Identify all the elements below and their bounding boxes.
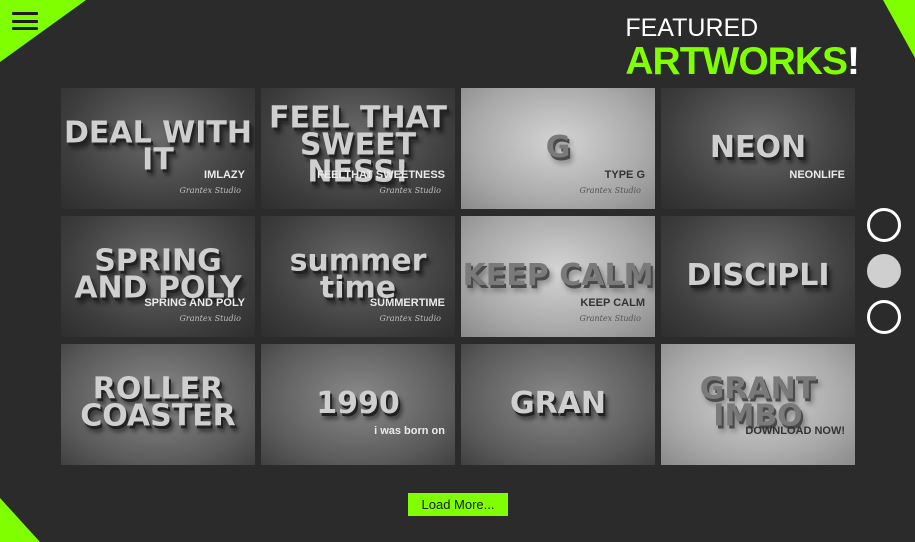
artwork-image-text: G	[545, 129, 571, 165]
artwork-caption: SUMMERTIME	[369, 297, 445, 309]
artwork-image-text: ROLLER COASTER	[80, 370, 236, 433]
title-artworks-text: ARTWORKS	[625, 40, 848, 83]
artwork-grid: DEAL WITH IT IMLAZY Grantex Studio FEEL THA…	[61, 88, 855, 465]
artwork-tile[interactable]: ROLLER COASTER	[61, 344, 255, 465]
artwork-tile[interactable]: GRANT IMBO DOWNLOAD NOW!	[661, 344, 855, 465]
title-artworks: ARTWORKS!	[625, 40, 860, 83]
artwork-tile[interactable]: DISCIPLI	[661, 216, 855, 337]
corner-accent-top-right	[883, 0, 915, 58]
artwork-image-text: DISCIPLI	[686, 257, 830, 293]
artwork-tile[interactable]: DEAL WITH IT IMLAZY Grantex Studio	[61, 88, 255, 209]
page-title: FEATURED ARTWORKS!	[625, 14, 860, 83]
corner-accent-bottom-left	[0, 498, 40, 542]
artwork-studio-signature: Grantex Studio	[379, 314, 441, 323]
artwork-image-text: GRANT IMBO	[699, 370, 817, 433]
artwork-tile[interactable]: SPRING AND POLY SPRING AND POLY Grantex St…	[61, 216, 255, 337]
artwork-tile[interactable]: GRAN	[461, 344, 655, 465]
pagination-dot[interactable]	[867, 208, 901, 242]
artwork-tile[interactable]: 1990 i was born on	[261, 344, 455, 465]
artwork-caption: TYPE G	[604, 169, 645, 181]
title-featured: FEATURED	[625, 14, 759, 42]
artwork-studio-signature: Grantex Studio	[179, 314, 241, 323]
load-more-button[interactable]: Load More...	[408, 493, 508, 516]
artwork-studio-signature: Grantex Studio	[579, 186, 641, 195]
artwork-studio-signature: Grantex Studio	[579, 314, 641, 323]
artwork-caption: IMLAZY	[204, 169, 245, 181]
artwork-tile[interactable]: summer time SUMMERTIME Grantex Studio	[261, 216, 455, 337]
artwork-image-text: DEAL WITH IT	[64, 114, 252, 177]
artwork-studio-signature: Grantex Studio	[179, 186, 241, 195]
menu-bar	[12, 27, 38, 30]
artwork-studio-signature: Grantex Studio	[379, 186, 441, 195]
artwork-caption: FEELTHAT SWEETNESS	[317, 169, 445, 181]
artwork-tile[interactable]: KEEP CALM KEEP CALM Grantex Studio	[461, 216, 655, 337]
menu-bar	[12, 19, 38, 23]
pagination-dot[interactable]	[867, 300, 901, 334]
artwork-caption: SPRING AND POLY	[144, 297, 245, 309]
pagination-dot[interactable]	[867, 254, 901, 288]
pagination-dots	[867, 208, 901, 334]
artwork-tile[interactable]: NEON NEONLIFE	[661, 88, 855, 209]
artwork-image-text: 1990	[316, 385, 400, 421]
artwork-image-text: KEEP CALM	[462, 257, 654, 293]
artwork-caption: KEEP CALM	[580, 297, 645, 309]
artwork-caption: i was born on	[374, 425, 445, 437]
menu-bar	[12, 12, 38, 15]
hamburger-menu-icon[interactable]	[12, 12, 38, 30]
artwork-tile[interactable]: FEEL THAT SWEET NESS! FEELTHAT SWEETNESS G…	[261, 88, 455, 209]
artwork-image-text: GRAN	[509, 385, 607, 421]
artwork-image-text: summer time	[289, 242, 427, 305]
artwork-tile[interactable]: G TYPE G Grantex Studio	[461, 88, 655, 209]
corner-accent-top-left	[0, 0, 86, 62]
artwork-image-text: NEON	[709, 129, 807, 165]
artwork-caption: NEONLIFE	[789, 169, 845, 181]
artwork-caption: DOWNLOAD NOW!	[745, 425, 845, 437]
title-exclamation: !	[847, 40, 860, 83]
artwork-image-text: SPRING AND POLY	[74, 242, 242, 305]
